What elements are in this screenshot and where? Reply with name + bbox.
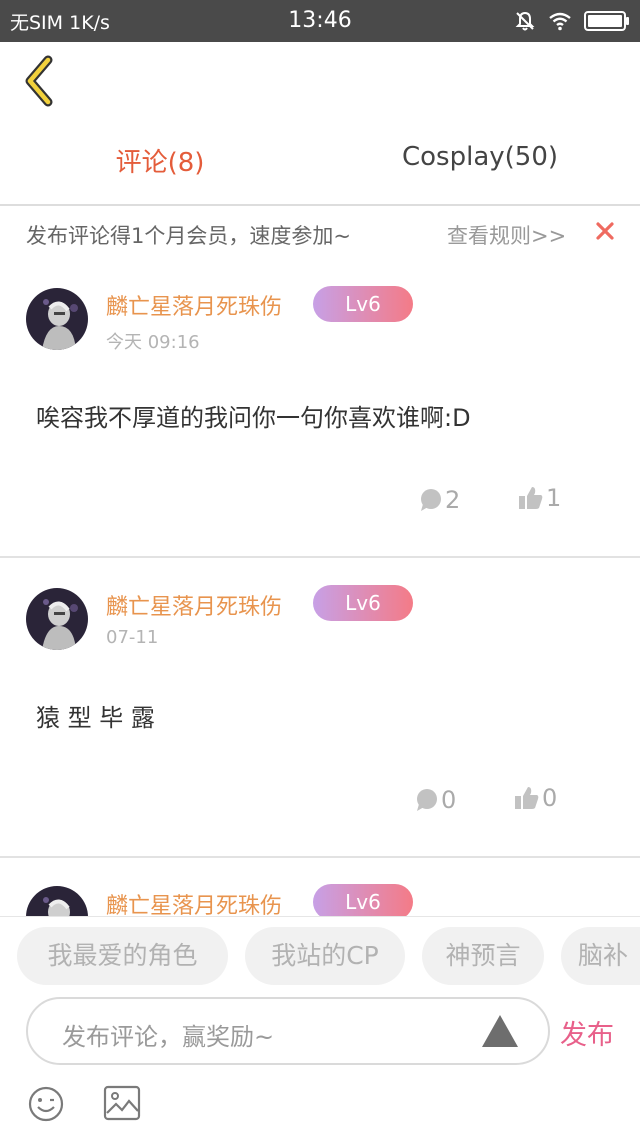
- like-count: 1: [546, 484, 562, 512]
- comment-bubble-icon: [421, 489, 441, 511]
- quick-tags: 我最爱的角色 我站的CP 神预言 脑补: [0, 927, 640, 991]
- status-icons: [514, 10, 630, 32]
- avatar-image: [26, 588, 88, 650]
- close-icon: [596, 222, 614, 240]
- quick-tag[interactable]: 脑补: [561, 927, 640, 985]
- comment-divider: [0, 856, 640, 858]
- triangle-up-icon: [482, 1015, 518, 1047]
- like-button[interactable]: 0: [514, 784, 557, 812]
- promo-banner: 发布评论得1个月会员，速度参加~ 查看规则>>: [0, 206, 640, 260]
- reply-button[interactable]: 2: [419, 486, 460, 514]
- publish-button[interactable]: 发布: [560, 1013, 614, 1052]
- image-button[interactable]: [103, 1085, 141, 1121]
- wifi-icon: [549, 12, 571, 31]
- avatar[interactable]: [26, 588, 88, 650]
- battery-icon: [584, 11, 629, 31]
- emoji-icon: [28, 1086, 64, 1122]
- comment-input-placeholder: 发布评论，赢奖励~: [62, 1023, 275, 1051]
- comment-text: 猿 型 毕 露: [36, 704, 155, 732]
- like-count: 0: [542, 784, 558, 812]
- comment-time: 今天 09:16: [106, 332, 200, 353]
- comment-bubble-icon: [417, 789, 437, 811]
- comment-input[interactable]: 发布评论，赢奖励~: [26, 997, 550, 1065]
- like-button[interactable]: 1: [518, 484, 561, 512]
- mute-bell-icon: [515, 11, 535, 31]
- reply-button[interactable]: 0: [415, 786, 456, 814]
- comment-time: 07-11: [106, 627, 159, 648]
- quick-tag[interactable]: 我最爱的角色: [17, 927, 228, 985]
- tab-bar: 评论(8) Cosplay(50): [0, 124, 640, 204]
- comment-username[interactable]: 麟亡星落月死珠伤: [106, 289, 282, 321]
- emoji-button[interactable]: [27, 1085, 65, 1123]
- comment-divider: [0, 556, 640, 558]
- comment-text: 唉容我不厚道的我问你一句你喜欢谁啊:D: [36, 404, 471, 432]
- tab-cosplay[interactable]: Cosplay(50): [320, 142, 640, 172]
- thumbs-up-icon: [519, 487, 543, 509]
- promo-close-button[interactable]: [590, 216, 620, 246]
- status-bar: 无SIM 1K/s 13:46: [0, 0, 640, 42]
- avatar-image: [26, 288, 88, 350]
- reply-count: 0: [441, 786, 457, 814]
- tab-comments[interactable]: 评论(8): [0, 142, 320, 179]
- reply-count: 2: [445, 486, 461, 514]
- promo-text: 发布评论得1个月会员，速度参加~: [26, 224, 351, 248]
- comment-composer: 我最爱的角色 我站的CP 神预言 脑补 发布评论，赢奖励~ 发布: [0, 916, 640, 1138]
- quick-tag[interactable]: 我站的CP: [245, 927, 405, 985]
- avatar[interactable]: [26, 288, 88, 350]
- level-badge: Lv6: [313, 585, 413, 621]
- view-rules-link[interactable]: 查看规则>>: [447, 220, 566, 250]
- thumbs-up-icon: [515, 787, 539, 809]
- back-button[interactable]: [18, 54, 66, 110]
- image-icon: [103, 1085, 141, 1121]
- chevron-left-icon: [25, 55, 53, 107]
- level-badge: Lv6: [313, 286, 413, 322]
- quick-tag[interactable]: 神预言: [422, 927, 544, 985]
- comment-username[interactable]: 麟亡星落月死珠伤: [106, 589, 282, 621]
- level-badge: Lv6: [313, 884, 413, 920]
